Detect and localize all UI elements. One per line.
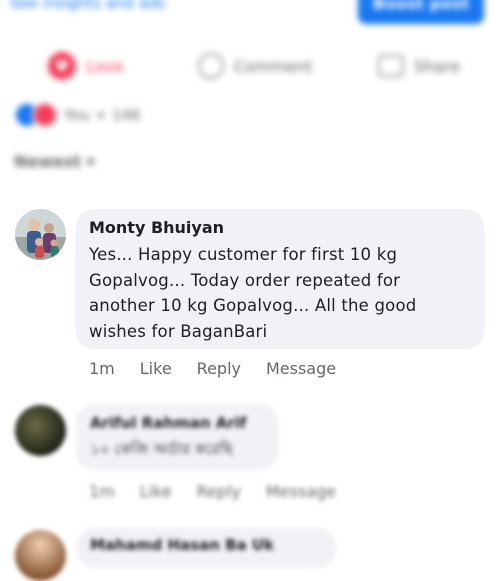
profile-photo-icon: [15, 209, 66, 260]
comment-label: Comment: [234, 56, 313, 76]
comment-timestamp[interactable]: 1m: [89, 358, 115, 380]
share-label: Share: [414, 56, 461, 76]
post-actions-bar: ♥ Love Comment Share: [0, 44, 500, 88]
avatar[interactable]: [15, 209, 66, 260]
comment-bubble: Monty Bhuiyan Yes... Happy customer for …: [76, 209, 484, 349]
boost-post-button[interactable]: Boost post: [358, 0, 484, 24]
comment-author[interactable]: Monty Bhuiyan: [89, 218, 470, 238]
comment-bubble: Mahamd Hasan Ba Uk: [76, 528, 336, 568]
comment-text: Yes... Happy customer for first 10 kg Go…: [89, 245, 417, 341]
reactions-summary[interactable]: You + 146: [14, 102, 141, 128]
comment-sort-dropdown[interactable]: Newest ▾: [14, 152, 95, 171]
comment-actions: 1m Like Reply Message: [89, 482, 361, 501]
comment-actions: 1m Like Reply Message: [89, 358, 361, 380]
love-button[interactable]: ♥ Love: [48, 44, 124, 88]
message-button[interactable]: Message: [266, 358, 336, 380]
like-comment-button[interactable]: Like: [140, 358, 172, 380]
insights-link[interactable]: See insights and ads: [10, 0, 165, 12]
comment-author[interactable]: Mahamd Hasan Ba Uk: [90, 536, 322, 554]
avatar[interactable]: [15, 405, 66, 456]
comment-text: ১০ কেজি অর্ডার করেছি: [90, 440, 233, 458]
love-reaction-icon: [32, 102, 58, 128]
message-button[interactable]: Message: [266, 482, 336, 501]
love-label: Love: [86, 56, 124, 76]
like-comment-button[interactable]: Like: [140, 482, 172, 501]
share-button[interactable]: Share: [378, 44, 460, 88]
reply-comment-button[interactable]: Reply: [197, 358, 241, 380]
reply-comment-button[interactable]: Reply: [197, 482, 241, 501]
comment-icon: [198, 53, 224, 79]
avatar[interactable]: [15, 530, 66, 581]
comment-author[interactable]: Ariful Rahman Arif: [90, 414, 264, 432]
comment-timestamp[interactable]: 1m: [89, 482, 115, 501]
heart-icon: ♥: [48, 52, 76, 80]
share-icon: [378, 55, 404, 77]
reactions-count: You + 146: [64, 106, 141, 124]
comment-bubble: Ariful Rahman Arif ১০ কেজি অর্ডার করেছি: [76, 404, 278, 470]
comment-button[interactable]: Comment: [198, 44, 312, 88]
